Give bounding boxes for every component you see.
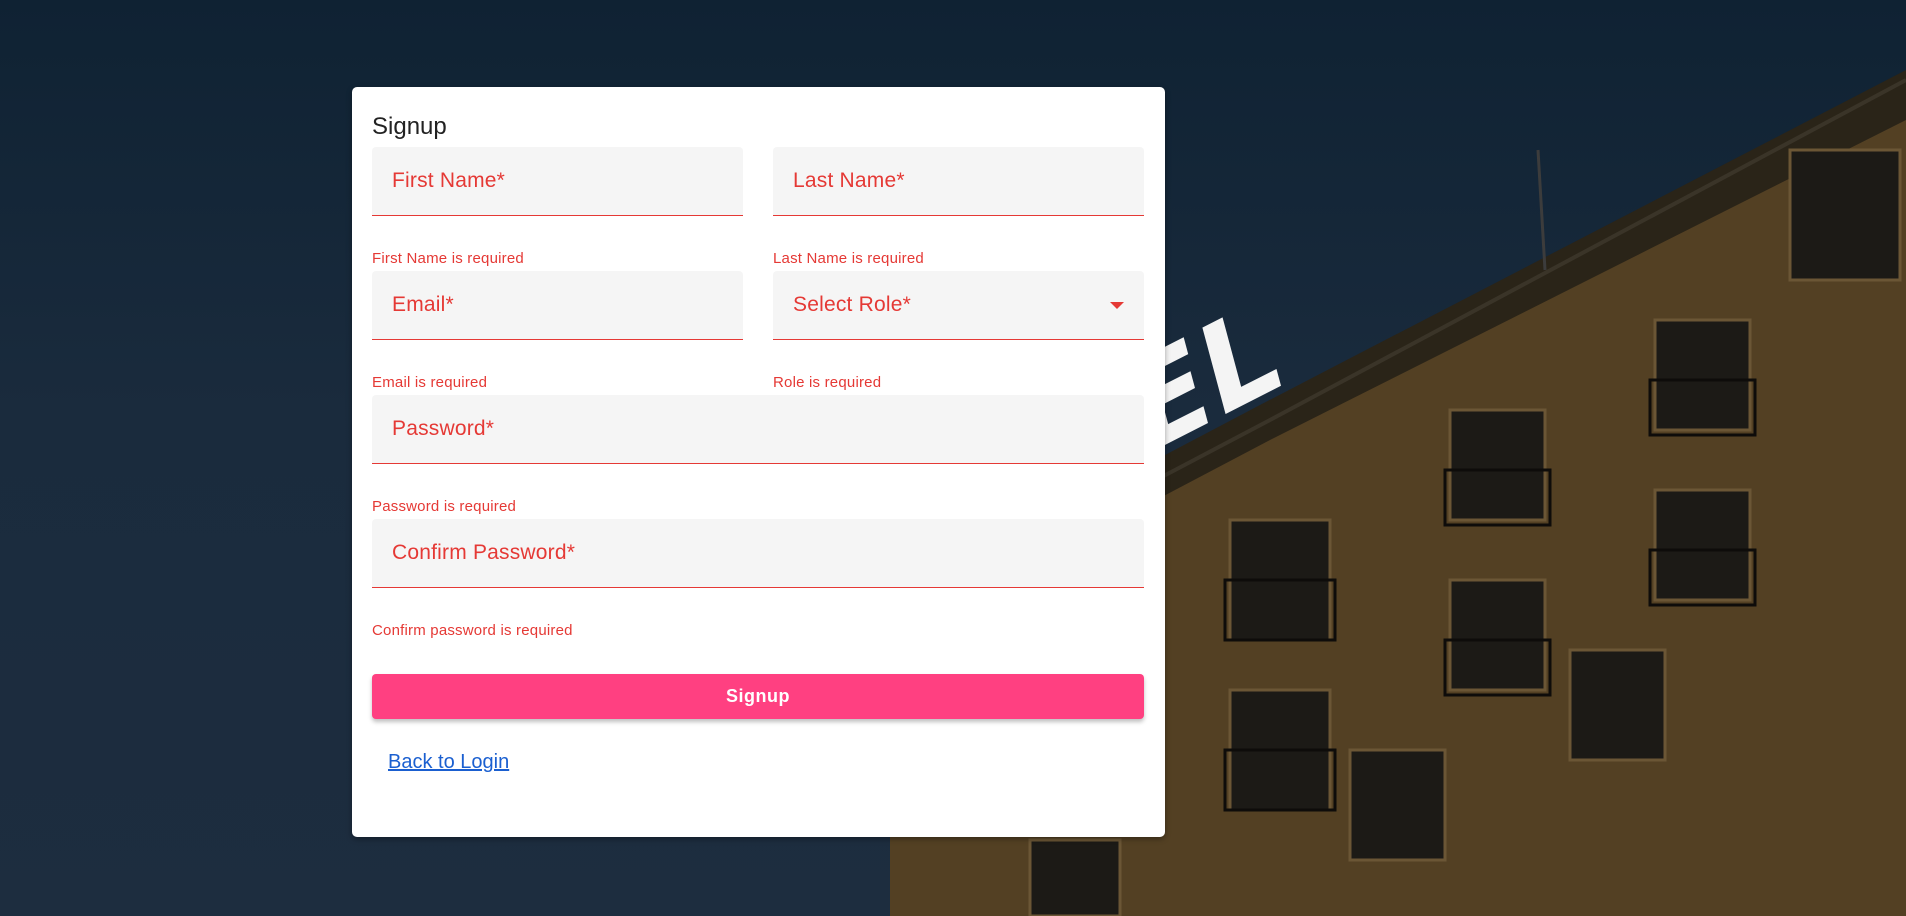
first-name-label: First Name* <box>392 169 506 192</box>
role-select[interactable]: Select Role* <box>773 271 1144 340</box>
signup-card: Signup First Name* First Name is require… <box>352 87 1165 837</box>
role-label: Select Role* <box>793 293 911 316</box>
password-error: Password is required <box>372 498 517 515</box>
password-field[interactable]: Password* <box>372 395 1144 464</box>
first-name-error: First Name is required <box>372 250 524 267</box>
confirm-password-error: Confirm password is required <box>372 622 573 639</box>
back-to-login-link[interactable]: Back to Login <box>388 751 509 774</box>
role-error: Role is required <box>773 374 882 391</box>
last-name-error: Last Name is required <box>773 250 924 267</box>
confirm-password-field[interactable]: Confirm Password* <box>372 519 1144 588</box>
confirm-password-label: Confirm Password* <box>392 541 576 564</box>
email-field[interactable]: Email* <box>372 271 743 340</box>
email-label: Email* <box>392 293 454 316</box>
password-label: Password* <box>392 417 495 440</box>
dropdown-arrow-icon <box>1110 302 1124 309</box>
signup-button[interactable]: Signup <box>372 674 1144 719</box>
background-photo: TEL Signup First Name* First Name is req… <box>0 0 1906 916</box>
first-name-field[interactable]: First Name* <box>372 147 743 216</box>
email-error: Email is required <box>372 374 488 391</box>
last-name-field[interactable]: Last Name* <box>773 147 1144 216</box>
last-name-label: Last Name* <box>793 169 905 192</box>
page-title: Signup <box>372 113 447 140</box>
